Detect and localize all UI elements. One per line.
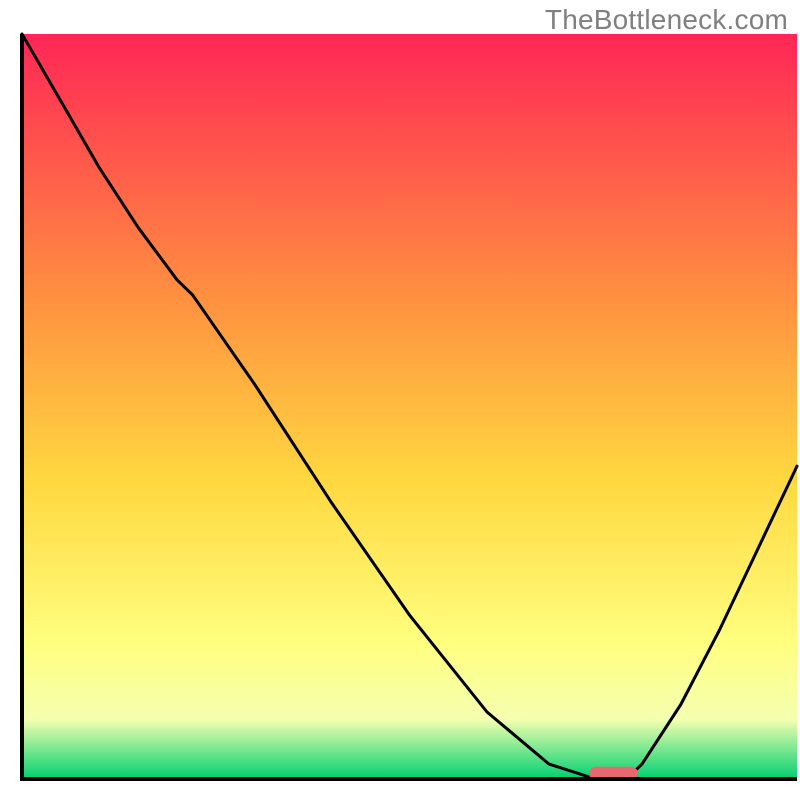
- gradient-background: [22, 34, 797, 779]
- chart-svg: [0, 0, 800, 800]
- watermark-text: TheBottleneck.com: [545, 4, 788, 36]
- chart-canvas: TheBottleneck.com: [0, 0, 800, 800]
